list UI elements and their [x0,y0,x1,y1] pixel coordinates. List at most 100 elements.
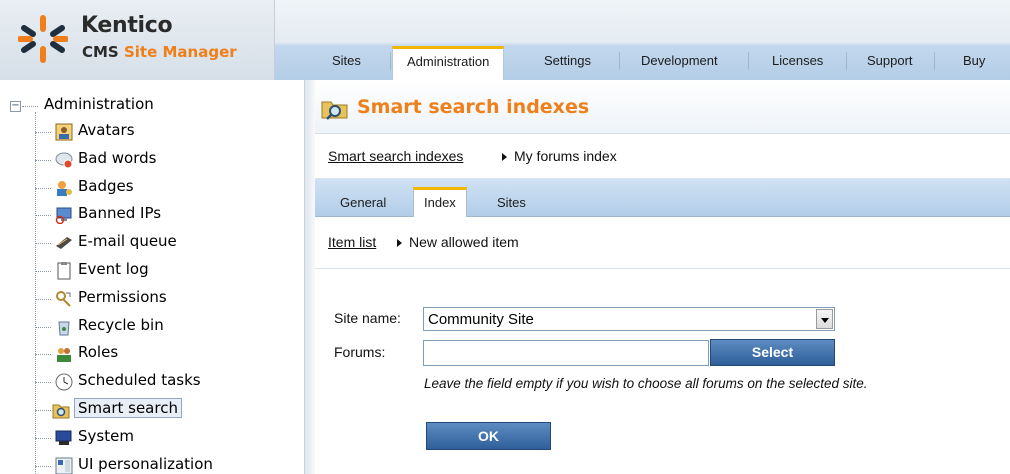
sidebar-item-label: Badges [78,176,134,195]
tree-root-administration[interactable]: Administration [44,95,154,113]
sidebar-splitter[interactable] [305,80,315,474]
scheduled-tasks-icon [55,373,73,391]
tree-connector [35,298,51,300]
logo-brand: Kentico [81,13,173,38]
tab-separator [934,52,935,70]
forums-hint: Leave the field empty if you wish to cho… [424,376,868,391]
sidebar-item-label: Roles [78,343,119,362]
breadcrumb: Smart search indexes My forums index [315,134,1010,179]
email-queue-icon [56,237,72,250]
sidebar-item[interactable]: Event log [35,259,295,283]
tree-connector [35,271,51,272]
tree-connector [35,437,51,439]
logo-product-accent: Site Manager [123,43,237,61]
breadcrumb-link-item-list[interactable]: Item list [328,234,376,250]
breadcrumb-link-indexes[interactable]: Smart search indexes [328,148,463,164]
breadcrumb-current-secondary: New allowed item [409,234,519,250]
sidebar-item-label: UI personalization [78,454,213,473]
tab-index[interactable]: Index [413,187,467,217]
sidebar-item[interactable]: Permissions [35,287,295,311]
tab-licenses[interactable]: Licenses [772,53,823,68]
sidebar-item-label: Scheduled tasks [78,371,201,390]
sidebar-item-label: Banned IPs [78,204,162,223]
sidebar-item-label: Recycle bin [78,315,164,334]
breadcrumb-current: My forums index [514,148,617,164]
logo-product-prefix: CMS [82,43,124,61]
kentico-logo-icon [18,15,68,63]
badges-icon [57,180,72,196]
tree-connector [22,106,38,107]
sidebar-item-label: Avatars [78,121,135,139]
tab-separator [390,52,391,70]
sidebar-item-label: Permissions [78,287,167,306]
sidebar-item[interactable]: E-mail queue [35,231,295,255]
tree-connector [35,132,51,133]
tab-separator [846,52,847,70]
bad-words-icon [55,152,73,169]
breadcrumb-arrow-icon [397,239,402,247]
sidebar-item-label: Event log [78,260,149,278]
recycle-bin-icon [58,321,70,336]
sidebar-item-label: Smart search [74,398,182,418]
main-content: Smart search indexes Smart search indexe… [315,80,1010,474]
tab-separator [748,52,749,70]
header: Kentico CMS Site Manager Sites Administr… [0,0,1010,80]
tab-settings[interactable]: Settings [544,53,591,68]
tab-support[interactable]: Support [867,53,913,68]
sidebar-item[interactable]: Banned IPs [35,203,295,227]
tree-collapse-icon[interactable]: − [10,101,21,112]
smart-search-icon [321,101,348,120]
roles-icon [57,348,71,363]
avatar-icon [55,123,73,141]
logo: Kentico CMS Site Manager [0,0,275,80]
tab-sites[interactable]: Sites [332,53,361,68]
tree-connector [35,159,51,161]
page-title: Smart search indexes [357,96,590,118]
permissions-icon [56,290,71,307]
site-name-select[interactable]: Community Site [423,307,835,331]
sidebar-item-label: E-mail queue [78,232,177,251]
tab-buy[interactable]: Buy [963,53,985,68]
site-name-label: Site name: [334,310,401,326]
ok-button[interactable]: OK [426,422,551,450]
sidebar-item-label: Bad words [78,148,157,167]
sidebar-item[interactable]: Avatars [35,120,295,144]
tab-development[interactable]: Development [641,53,718,68]
top-tab-bar: Sites Administration Settings Developmen… [275,0,1010,80]
tree-connector [35,215,51,217]
sidebar-item[interactable]: Bad words [35,148,295,172]
tab-general[interactable]: General [340,195,386,210]
tab-separator [619,52,620,70]
sub-tab-bar: General Index Sites [315,179,1010,217]
tree-connector [35,382,51,384]
tree-connector [35,243,51,245]
select-button[interactable]: Select [710,339,835,366]
ui-personalization-icon [55,457,73,474]
tree-connector [35,187,51,189]
sidebar-item[interactable]: System [35,426,295,450]
sidebar-item[interactable]: Recycle bin [35,315,295,339]
tree-connector [35,410,51,411]
site-name-value: Community Site [428,311,534,328]
logo-product: CMS Site Manager [82,43,237,61]
sidebar-item[interactable]: Badges [35,176,295,200]
tree-connector [35,465,51,467]
system-icon [55,430,72,445]
sidebar-item[interactable]: Smart search [35,398,295,422]
breadcrumb-arrow-icon [502,153,507,161]
breadcrumb-secondary: Item list New allowed item [315,217,1010,269]
event-log-icon [57,262,71,280]
tab-administration[interactable]: Administration [392,46,505,80]
sidebar-item[interactable]: Scheduled tasks [35,370,295,394]
tree-connector [35,326,51,328]
tree-connector [35,354,51,356]
forums-label: Forums: [334,344,386,360]
banned-ips-icon [55,207,72,225]
sidebar-item-label: System [78,426,134,445]
chevron-down-icon[interactable] [816,309,833,329]
tab-sites-sub[interactable]: Sites [497,195,526,210]
sidebar-item[interactable]: UI personalization [35,454,295,474]
sidebar-item[interactable]: Roles [35,342,295,366]
smart-search-icon [52,404,70,419]
forums-input[interactable] [423,340,709,366]
